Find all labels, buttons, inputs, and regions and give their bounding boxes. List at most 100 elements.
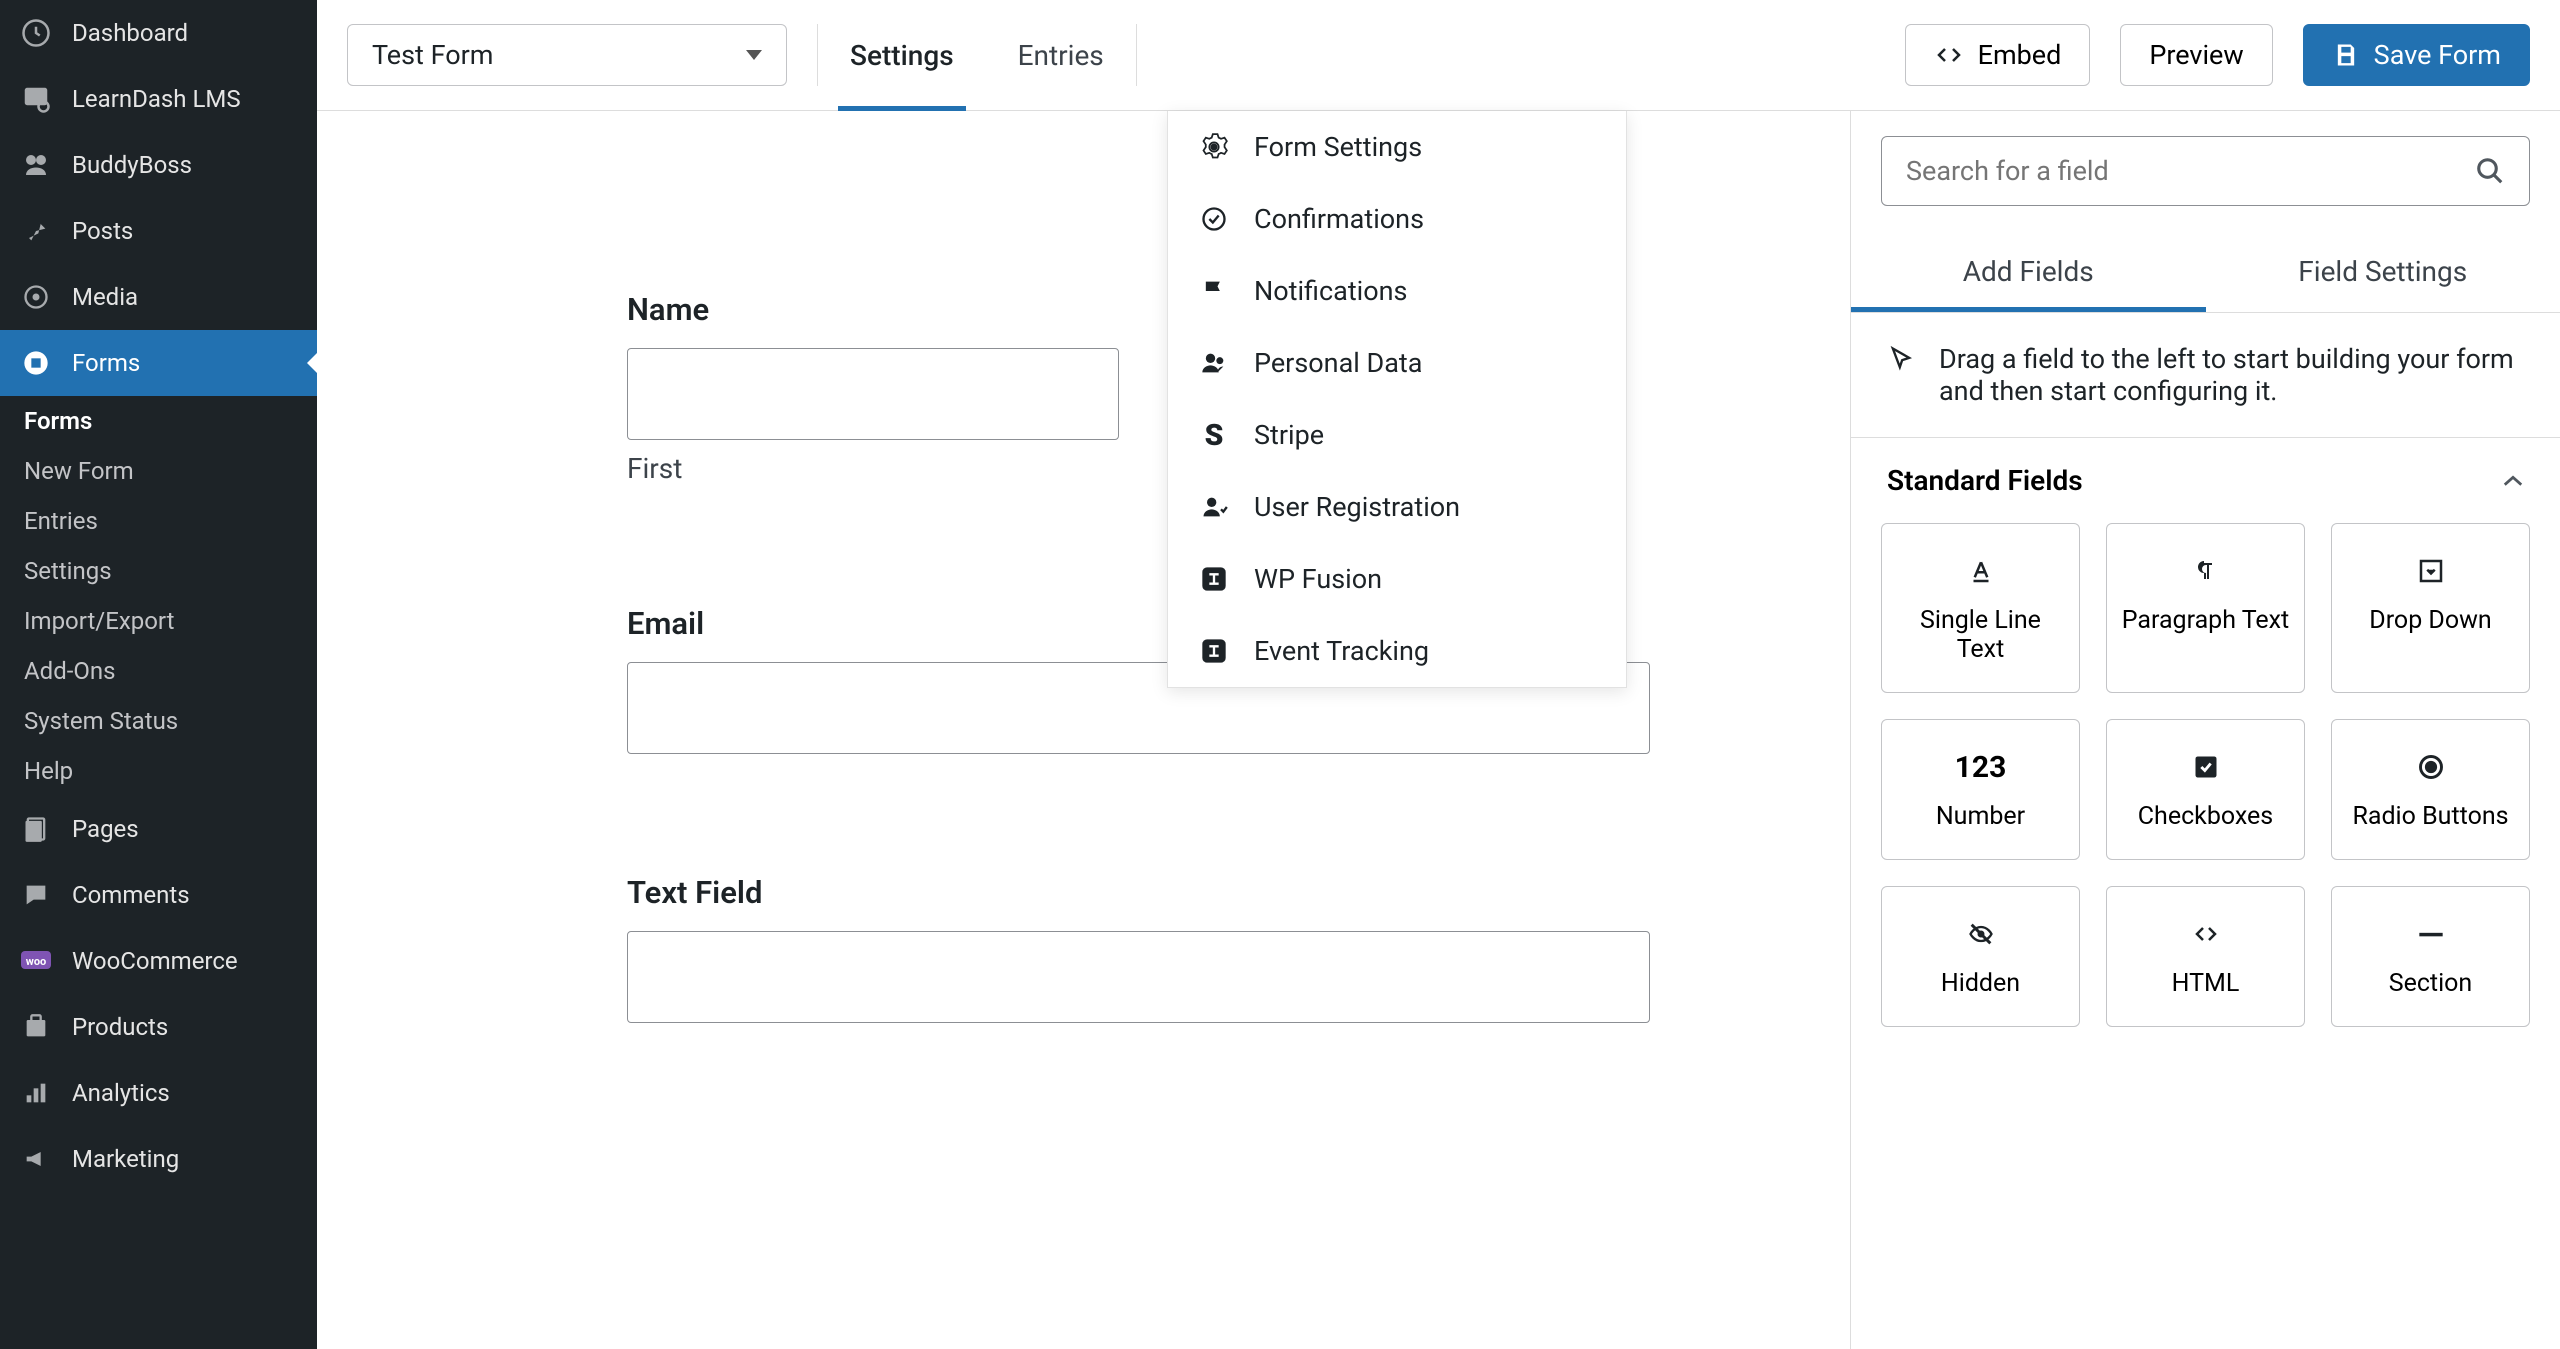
pages-icon (18, 811, 54, 847)
field-checkboxes[interactable]: Checkboxes (2106, 719, 2305, 860)
text-field[interactable]: Text Field (627, 874, 1650, 1023)
sidebar-item-dashboard[interactable]: Dashboard (0, 0, 317, 66)
sidebar-item-products[interactable]: Products (0, 994, 317, 1060)
editor-tabs: Settings Entries (817, 24, 1137, 86)
text-icon (1966, 552, 1996, 590)
field-paragraph-text[interactable]: Paragraph Text (2106, 523, 2305, 693)
hidden-icon (1965, 915, 1997, 953)
dropdown-user-registration[interactable]: User Registration (1168, 471, 1626, 543)
save-form-button[interactable]: Save Form (2303, 24, 2530, 86)
submenu-new-form[interactable]: New Form (0, 446, 317, 496)
dropdown-personal-data[interactable]: Personal Data (1168, 327, 1626, 399)
buddyboss-icon (18, 147, 54, 183)
sidebar-item-woocommerce[interactable]: woo WooCommerce (0, 928, 317, 994)
dropdown-icon (2416, 552, 2446, 590)
tab-entries[interactable]: Entries (986, 24, 1136, 86)
dropdown-item-label: Event Tracking (1254, 635, 1429, 667)
wpfusion-icon (1198, 563, 1230, 595)
dropdown-item-label: Form Settings (1254, 131, 1422, 163)
submenu-entries[interactable]: Entries (0, 496, 317, 546)
submenu-add-ons[interactable]: Add-Ons (0, 646, 317, 696)
field-search[interactable] (1881, 136, 2530, 206)
sidebar-item-comments[interactable]: Comments (0, 862, 317, 928)
svg-text:woo: woo (26, 955, 47, 968)
submenu-system-status[interactable]: System Status (0, 696, 317, 746)
preview-button-label: Preview (2149, 39, 2243, 71)
save-icon (2332, 41, 2360, 69)
panel-tabs: Add Fields Field Settings (1851, 231, 2560, 313)
field-hidden[interactable]: Hidden (1881, 886, 2080, 1027)
section-icon (2417, 915, 2445, 953)
sidebar-item-media[interactable]: Media (0, 264, 317, 330)
field-card-label: Radio Buttons (2352, 802, 2508, 831)
dropdown-confirmations[interactable]: Confirmations (1168, 183, 1626, 255)
submenu-forms[interactable]: Forms (0, 396, 317, 446)
standard-fields-header[interactable]: Standard Fields (1851, 438, 2560, 523)
html-icon (2190, 915, 2222, 953)
dropdown-wp-fusion[interactable]: WP Fusion (1168, 543, 1626, 615)
sidebar-item-buddyboss[interactable]: BuddyBoss (0, 132, 317, 198)
preview-button[interactable]: Preview (2120, 24, 2272, 86)
stripe-icon: S (1198, 419, 1230, 451)
search-icon (2475, 156, 2505, 186)
right-panel: Add Fields Field Settings Drag a field t… (1850, 111, 2560, 1349)
dropdown-item-label: Notifications (1254, 275, 1407, 307)
cursor-icon (1887, 343, 1915, 375)
submenu-settings[interactable]: Settings (0, 546, 317, 596)
sidebar-item-label: Pages (72, 815, 139, 843)
comments-icon (18, 877, 54, 913)
sidebar-item-marketing[interactable]: Marketing (0, 1126, 317, 1192)
dropdown-event-tracking[interactable]: Event Tracking (1168, 615, 1626, 687)
sidebar-item-posts[interactable]: Posts (0, 198, 317, 264)
sidebar-item-forms[interactable]: Forms (0, 330, 317, 396)
section-title: Standard Fields (1887, 464, 2083, 497)
field-number[interactable]: 123 Number (1881, 719, 2080, 860)
search-input[interactable] (1906, 155, 2459, 187)
sidebar-item-analytics[interactable]: Analytics (0, 1060, 317, 1126)
submenu-help[interactable]: Help (0, 746, 317, 796)
field-html[interactable]: HTML (2106, 886, 2305, 1027)
dropdown-form-settings[interactable]: Form Settings (1168, 111, 1626, 183)
sidebar-item-label: BuddyBoss (72, 151, 192, 179)
embed-button-label: Embed (1978, 39, 2062, 71)
media-icon (18, 279, 54, 315)
tab-settings[interactable]: Settings (818, 24, 986, 86)
content-row: Form Settings Confirmations Notification… (317, 111, 2560, 1349)
sidebar-item-label: Products (72, 1013, 168, 1041)
field-drop-down[interactable]: Drop Down (2331, 523, 2530, 693)
settings-dropdown: Form Settings Confirmations Notification… (1167, 111, 1627, 688)
sidebar-item-label: Marketing (72, 1145, 179, 1173)
sidebar-item-label: Forms (72, 349, 140, 377)
forms-submenu: Forms New Form Entries Settings Import/E… (0, 396, 317, 796)
field-card-label: HTML (2172, 969, 2240, 998)
field-section[interactable]: Section (2331, 886, 2530, 1027)
toolbar: Test Form Settings Entries Embed Preview… (317, 0, 2560, 111)
sidebar-item-label: Comments (72, 881, 190, 909)
people-icon (1198, 347, 1230, 379)
first-sublabel: First (627, 452, 1119, 485)
dropdown-notifications[interactable]: Notifications (1168, 255, 1626, 327)
paragraph-icon (2194, 552, 2218, 590)
save-button-label: Save Form (2374, 39, 2501, 71)
wp-admin-sidebar: Dashboard LearnDash LMS BuddyBoss Posts … (0, 0, 317, 1349)
form-selector-label: Test Form (372, 39, 493, 71)
sidebar-item-pages[interactable]: Pages (0, 796, 317, 862)
form-selector[interactable]: Test Form (347, 24, 787, 86)
drag-hint: Drag a field to the left to start buildi… (1851, 313, 2560, 438)
field-single-line-text[interactable]: Single Line Text (1881, 523, 2080, 693)
sidebar-item-label: Posts (72, 217, 133, 245)
gauge-icon (18, 15, 54, 51)
text-input[interactable] (627, 931, 1650, 1023)
dropdown-stripe[interactable]: S Stripe (1168, 399, 1626, 471)
panel-tab-field-settings[interactable]: Field Settings (2206, 231, 2560, 312)
first-name-input[interactable] (627, 348, 1119, 440)
panel-tab-add-fields[interactable]: Add Fields (1851, 231, 2206, 312)
radio-icon (2417, 748, 2445, 786)
submenu-import-export[interactable]: Import/Export (0, 596, 317, 646)
embed-button[interactable]: Embed (1905, 24, 2091, 86)
megaphone-icon (18, 1141, 54, 1177)
sidebar-item-learndash[interactable]: LearnDash LMS (0, 66, 317, 132)
sidebar-item-label: LearnDash LMS (72, 85, 241, 113)
field-radio-buttons[interactable]: Radio Buttons (2331, 719, 2530, 860)
hint-text: Drag a field to the left to start buildi… (1939, 343, 2524, 407)
